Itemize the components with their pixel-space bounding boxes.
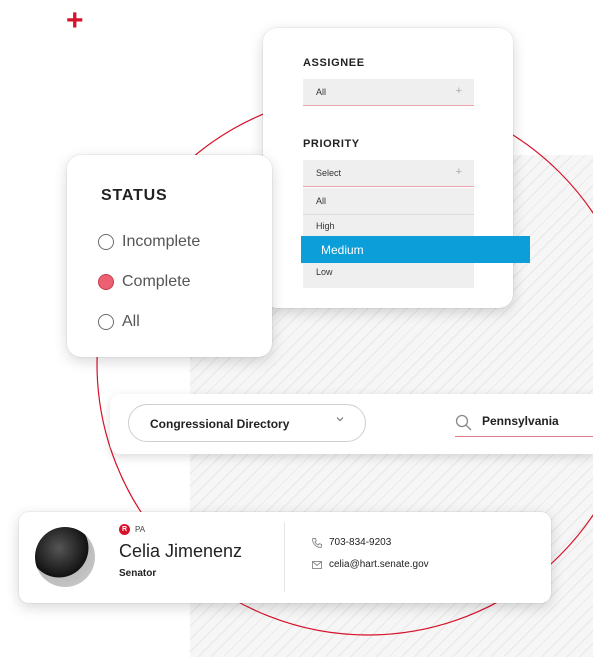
plus-icon: + bbox=[455, 166, 462, 178]
search-input[interactable]: Pennsylvania bbox=[482, 414, 559, 428]
filter-panel: ASSIGNEE All + PRIORITY Select + All Hig… bbox=[263, 28, 513, 308]
email-link[interactable]: celia@hart.senate.gov bbox=[329, 559, 429, 570]
search-underline bbox=[455, 436, 593, 437]
status-panel: STATUS Incomplete Complete All bbox=[67, 155, 272, 357]
radio-button-checked[interactable] bbox=[98, 274, 114, 290]
priority-option-high[interactable]: High bbox=[316, 221, 335, 231]
status-option-label: Complete bbox=[122, 273, 191, 290]
radio-button[interactable] bbox=[98, 314, 114, 330]
phone-icon bbox=[312, 538, 322, 548]
status-option-label: Incomplete bbox=[122, 233, 201, 250]
priority-value: Select bbox=[316, 168, 342, 178]
divider bbox=[303, 214, 474, 215]
status-option-label: All bbox=[122, 313, 140, 330]
profile-name: Celia Jimenenz bbox=[119, 541, 243, 561]
priority-label: PRIORITY bbox=[303, 138, 360, 150]
envelope-icon bbox=[312, 561, 322, 569]
priority-option-all[interactable]: All bbox=[316, 196, 326, 206]
plus-icon: + bbox=[455, 85, 462, 97]
state-label: PA bbox=[135, 525, 146, 534]
party-badge: R bbox=[119, 524, 130, 535]
profile-card[interactable]: R PA Celia Jimenenz Senator 703-834-9203… bbox=[19, 512, 551, 603]
priority-option-low[interactable]: Low bbox=[316, 267, 333, 277]
avatar bbox=[35, 527, 95, 587]
search-icon[interactable] bbox=[455, 414, 473, 432]
status-title: STATUS bbox=[101, 187, 168, 204]
divider bbox=[284, 522, 285, 592]
priority-option-medium-label: Medium bbox=[321, 243, 364, 257]
assignee-label: ASSIGNEE bbox=[303, 57, 365, 69]
phone-number[interactable]: 703-834-9203 bbox=[329, 537, 391, 548]
radio-button[interactable] bbox=[98, 234, 114, 250]
assignee-value: All bbox=[316, 87, 327, 97]
priority-option-medium[interactable]: Medium bbox=[301, 236, 530, 263]
priority-select[interactable]: Select + bbox=[303, 160, 474, 187]
directory-dropdown[interactable]: Congressional Directory bbox=[128, 404, 366, 442]
assignee-select[interactable]: All + bbox=[303, 79, 474, 106]
plus-icon: + bbox=[66, 4, 84, 37]
profile-role: Senator bbox=[119, 568, 157, 579]
directory-dropdown-label: Congressional Directory bbox=[150, 417, 290, 431]
chevron-down-icon bbox=[335, 414, 345, 427]
directory-search-bar: Congressional Directory Pennsylvania bbox=[110, 394, 593, 454]
